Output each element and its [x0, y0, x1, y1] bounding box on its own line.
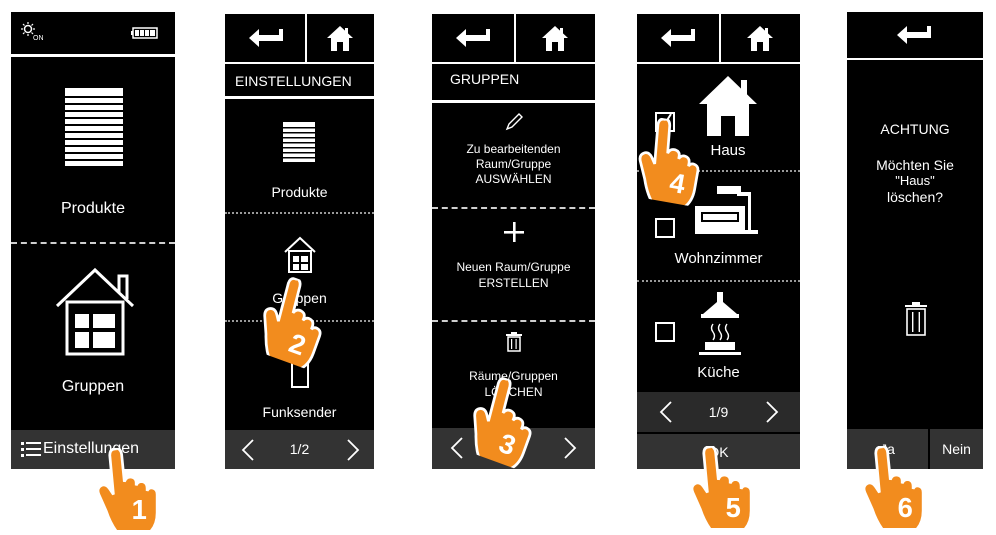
edit-line-3: AUSWÄHLEN — [475, 172, 552, 186]
checkbox-unchecked[interactable] — [655, 322, 675, 342]
products-label: Produkte — [60, 200, 126, 217]
title-line — [225, 96, 374, 99]
menu-item-label: Produkte — [271, 184, 328, 200]
no-label: Nein — [942, 441, 971, 457]
svg-text:5: 5 — [726, 492, 741, 523]
back-arrow-icon — [249, 29, 285, 47]
products-button[interactable]: Produkte — [11, 58, 175, 240]
trash-icon — [905, 302, 927, 336]
back-button[interactable] — [637, 14, 719, 62]
next-page-icon[interactable] — [346, 439, 360, 461]
divider — [432, 320, 595, 322]
groups-label: Gruppen — [61, 378, 125, 395]
title-line — [432, 100, 595, 103]
toolbar-bottom-line — [637, 62, 800, 64]
home-button[interactable] — [516, 14, 595, 62]
remote-screen-settings: EINSTELLUNGEN Produkte Gruppen Funksende… — [225, 14, 374, 469]
back-button[interactable] — [225, 14, 305, 62]
back-arrow-icon — [456, 29, 492, 47]
divider — [432, 207, 595, 209]
next-page-icon[interactable] — [765, 401, 779, 423]
blind-icon — [283, 122, 315, 162]
trash-icon — [506, 332, 522, 352]
menu-item-products[interactable]: Produkte — [225, 104, 374, 208]
page-title: EINSTELLUNGEN — [235, 73, 352, 89]
back-arrow-icon — [897, 26, 933, 44]
back-button[interactable] — [432, 14, 514, 62]
confirm-line-3: löschen? — [886, 189, 944, 205]
edit-line-2: Raum/Gruppe — [475, 157, 552, 171]
battery-icon — [131, 26, 159, 39]
confirm-line-1: Möchten Sie — [876, 157, 954, 173]
remote-screen-confirm-delete: ACHTUNG Möchten Sie "Haus" löschen? Ja N… — [847, 12, 983, 469]
home-icon — [747, 25, 773, 51]
menu-item-label: Funksender — [262, 404, 337, 420]
warning-heading: ACHTUNG — [880, 121, 950, 137]
menu-list-icon — [21, 441, 41, 457]
toolbar-bottom-line — [847, 58, 983, 60]
create-group-button[interactable]: Neuen Raum/Gruppe ERSTELLEN — [432, 210, 595, 316]
status-divider — [11, 54, 175, 57]
home-icon — [327, 25, 353, 51]
group-label: Küche — [697, 364, 740, 381]
house-icon — [283, 236, 317, 274]
step-5-hand-pointer: 5 — [686, 444, 758, 535]
blind-icon — [65, 88, 123, 166]
sofa-lamp-icon — [691, 182, 763, 238]
back-button[interactable] — [847, 12, 983, 58]
page-title: GRUPPEN — [450, 71, 520, 87]
pencil-icon — [504, 112, 524, 132]
toolbar-bottom-line — [225, 62, 374, 64]
create-line-1: Neuen Raum/Gruppe — [456, 260, 571, 274]
next-page-icon[interactable] — [563, 437, 577, 459]
step-1-hand-pointer: 1 — [92, 446, 164, 535]
kitchen-hood-icon — [697, 292, 743, 356]
pager: 1/9 — [637, 392, 800, 432]
toolbar-bottom-line — [432, 62, 595, 64]
house-icon — [53, 266, 137, 358]
home-button[interactable] — [307, 14, 374, 62]
edit-line-1: Zu bearbeitenden — [466, 142, 561, 156]
no-button[interactable]: Nein — [930, 429, 983, 469]
home-button[interactable] — [721, 14, 800, 62]
group-label: Wohnzimmer — [674, 250, 763, 267]
group-row-kueche[interactable]: Küche — [637, 282, 800, 386]
sun-on-icon: ON — [19, 21, 49, 42]
svg-text:1: 1 — [132, 494, 147, 525]
edit-group-button[interactable]: Zu bearbeitenden Raum/Gruppe AUSWÄHLEN — [432, 106, 595, 206]
plus-icon — [504, 222, 524, 242]
back-arrow-icon — [661, 29, 697, 47]
svg-text:ON: ON — [33, 35, 44, 41]
remote-screen-home: ON Produkte Gruppen Einstellungen — [11, 12, 175, 469]
groups-button[interactable]: Gruppen — [11, 244, 175, 430]
confirm-line-2: "Haus" — [895, 173, 935, 188]
pager: 1/2 — [225, 430, 374, 469]
remote-screen-select-group: Haus Wohnzimmer Küche 1/9 OK — [637, 14, 800, 469]
step-6-hand-pointer: 6 — [858, 444, 930, 535]
home-icon — [542, 25, 568, 51]
checkbox-unchecked[interactable] — [655, 218, 675, 238]
step-4-hand-pointer: 4 — [627, 114, 712, 215]
svg-text:6: 6 — [898, 492, 913, 523]
create-line-2: ERSTELLEN — [478, 276, 549, 290]
